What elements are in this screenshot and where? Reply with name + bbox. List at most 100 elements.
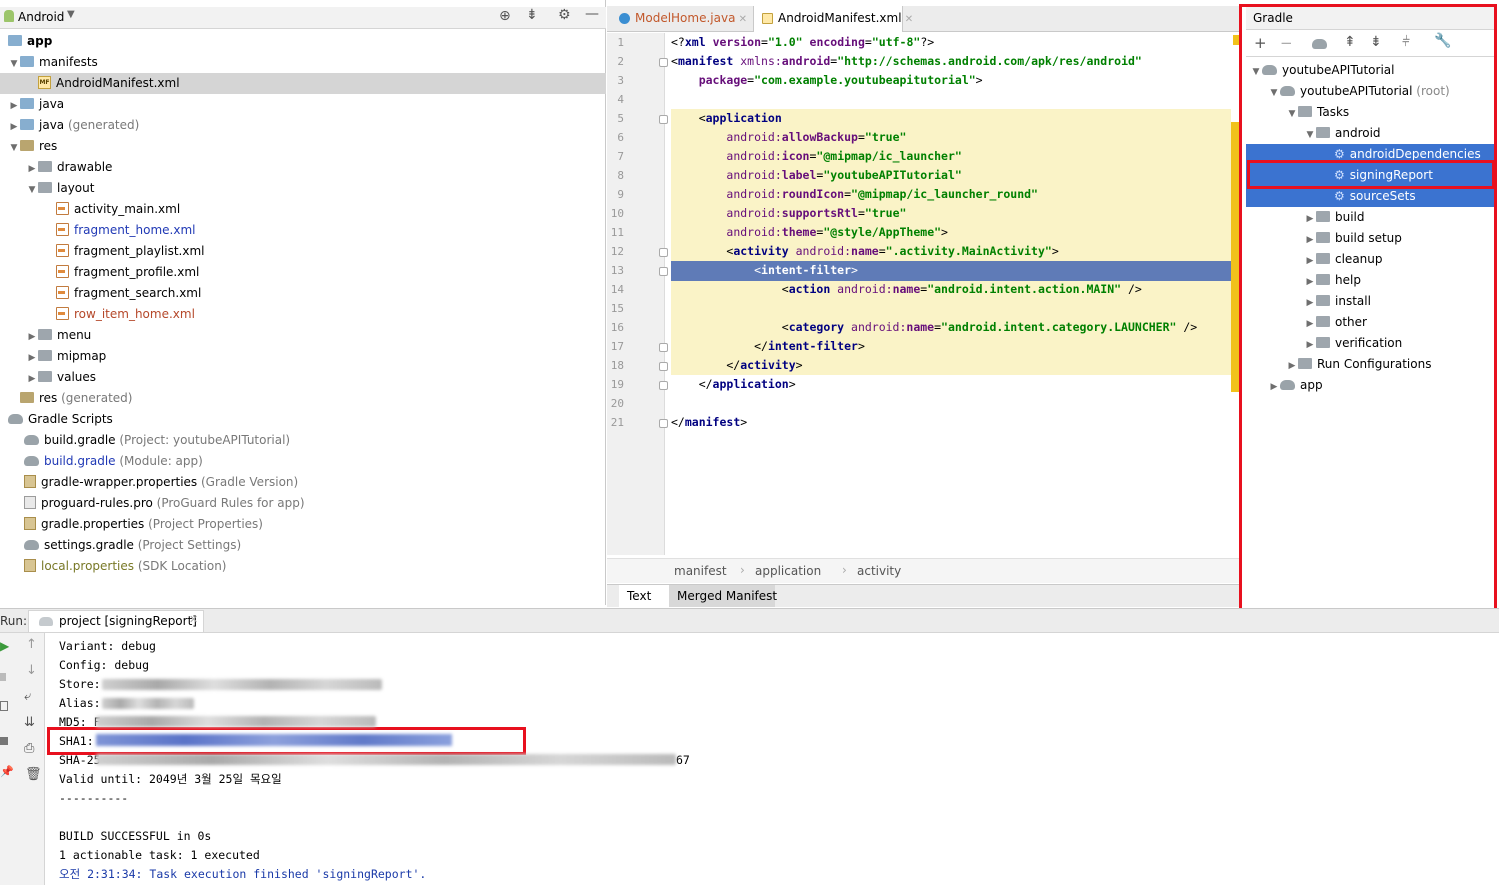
code-line[interactable]: </application> xyxy=(671,375,796,394)
tab-android-manifest[interactable]: AndroidManifest.xml ✕ xyxy=(753,6,913,32)
tree-item-label: fragment_search.xml xyxy=(74,286,202,300)
fold-marker-icon[interactable] xyxy=(659,58,668,67)
breadcrumb-item[interactable]: application xyxy=(755,564,821,578)
fold-marker-icon[interactable] xyxy=(659,362,668,371)
tree-item-label: build.gradle xyxy=(44,433,116,447)
fold-marker-icon[interactable] xyxy=(659,381,668,390)
chevron-right-icon[interactable]: ▶ xyxy=(26,327,38,348)
code-line[interactable]: android:allowBackup="true" xyxy=(671,128,906,147)
stop-icon[interactable] xyxy=(0,673,6,681)
code-line[interactable]: <intent-filter> xyxy=(671,261,858,280)
code-token: intent-filter xyxy=(767,339,858,353)
close-icon[interactable]: ✕ xyxy=(902,14,913,25)
tree-item[interactable]: res (generated) xyxy=(0,388,606,409)
code-line[interactable]: <action android:name="android.intent.act… xyxy=(671,280,1142,299)
trash-icon[interactable]: 🗑 xyxy=(25,767,42,782)
chevron-down-icon[interactable]: ▼ xyxy=(67,9,75,20)
tree-item[interactable]: build.gradle (Module: app) xyxy=(0,451,606,472)
project-view-selector[interactable]: Android xyxy=(18,10,64,24)
print-icon[interactable]: ⎙ xyxy=(24,741,34,756)
tree-item[interactable]: proguard-rules.pro (ProGuard Rules for a… xyxy=(0,493,606,514)
code-line[interactable]: </intent-filter> xyxy=(671,337,865,356)
tree-item[interactable]: ▼ manifests xyxy=(0,52,606,73)
chevron-right-icon[interactable]: ▶ xyxy=(8,96,20,117)
target-icon[interactable]: ⊕ xyxy=(499,8,511,24)
code-token: activity xyxy=(740,358,796,372)
tree-item[interactable]: ▶ java (generated) xyxy=(0,115,606,136)
close-icon[interactable]: ✕ xyxy=(735,14,747,25)
code-line[interactable]: android:label="youtubeAPITutorial" xyxy=(671,166,961,185)
tree-item[interactable]: settings.gradle (Project Settings) xyxy=(0,535,606,556)
code-line[interactable]: android:roundIcon="@mipmap/ic_launcher_r… xyxy=(671,185,1038,204)
code-line[interactable]: </manifest> xyxy=(671,413,747,432)
code-line[interactable]: <activity android:name=".activity.MainAc… xyxy=(671,242,1058,261)
chevron-down-icon[interactable]: ▼ xyxy=(26,180,38,201)
fold-marker-icon[interactable] xyxy=(659,419,668,428)
pin-icon[interactable]: 📌 xyxy=(0,765,14,778)
chevron-down-icon[interactable]: ▼ xyxy=(8,54,20,75)
tree-item[interactable]: ▶ menu xyxy=(0,325,606,346)
layout-icon[interactable] xyxy=(0,737,8,745)
tree-item[interactable]: local.properties (SDK Location) xyxy=(0,556,606,577)
fold-marker-icon[interactable] xyxy=(659,267,668,276)
code-line[interactable]: </activity> xyxy=(671,356,802,375)
chevron-right-icon[interactable]: ▶ xyxy=(26,348,38,369)
tree-item[interactable]: ▼ res xyxy=(0,136,606,157)
restore-layout-icon[interactable] xyxy=(0,701,8,711)
tree-item[interactable]: fragment_profile.xml xyxy=(0,262,606,283)
code-line[interactable]: <?xml version="1.0" encoding="utf-8"?> xyxy=(671,33,934,52)
code-token: <? xyxy=(671,35,685,49)
rerun-icon[interactable]: ▶ xyxy=(0,639,9,653)
tree-item[interactable]: build.gradle (Project: youtubeAPITutoria… xyxy=(0,430,606,451)
bottom-tab-merged-manifest[interactable]: Merged Manifest xyxy=(669,585,777,607)
down-icon[interactable]: ↓ xyxy=(26,663,37,678)
tree-item[interactable]: Gradle Scripts xyxy=(0,409,606,430)
chevron-right-icon[interactable]: ▶ xyxy=(26,369,38,390)
chevron-down-icon[interactable]: ▼ xyxy=(8,138,20,159)
gear-icon[interactable]: ⚙ xyxy=(558,7,571,23)
code-line[interactable]: android:theme="@style/AppTheme"> xyxy=(671,223,948,242)
code-token: activity xyxy=(733,244,796,258)
tree-item[interactable]: fragment_home.xml xyxy=(0,220,606,241)
fold-marker-icon[interactable] xyxy=(659,115,668,124)
code-line[interactable]: android:icon="@mipmap/ic_launcher" xyxy=(671,147,961,166)
tree-item[interactable]: app xyxy=(0,31,606,52)
code-line[interactable]: package="com.example.youtubeapitutorial"… xyxy=(671,71,983,90)
tree-item[interactable]: activity_main.xml xyxy=(0,199,606,220)
tree-item[interactable]: MF AndroidManifest.xml xyxy=(0,73,606,94)
up-icon[interactable]: ↑ xyxy=(26,637,37,652)
code-token: = xyxy=(878,244,886,258)
tree-item[interactable]: ▶ drawable xyxy=(0,157,606,178)
line-number: 16 xyxy=(610,321,624,334)
line-number: 10 xyxy=(610,207,624,220)
breadcrumb-item[interactable]: manifest xyxy=(674,564,727,578)
fold-marker-icon[interactable] xyxy=(659,343,668,352)
soft-wrap-icon[interactable]: ⤶ xyxy=(24,689,31,704)
breadcrumb-item[interactable]: activity xyxy=(857,564,901,578)
tree-item[interactable]: ▶ mipmap xyxy=(0,346,606,367)
tree-item[interactable]: ▶ java xyxy=(0,94,606,115)
tree-item[interactable]: gradle-wrapper.properties (Gradle Versio… xyxy=(0,472,606,493)
line-number: 4 xyxy=(617,93,624,106)
tree-item[interactable]: row_item_home.xml xyxy=(0,304,606,325)
code-line[interactable]: <application xyxy=(671,109,782,128)
code-line[interactable]: <manifest xmlns:android="http://schemas.… xyxy=(671,52,1142,71)
scroll-end-icon[interactable]: ⇊ xyxy=(24,715,35,730)
chevron-right-icon[interactable]: ▶ xyxy=(8,117,20,138)
fold-marker-icon[interactable] xyxy=(659,248,668,257)
collapse-icon[interactable]: ⇟ xyxy=(526,7,538,23)
minimize-icon[interactable]: — xyxy=(585,6,599,22)
chevron-right-icon[interactable]: ▶ xyxy=(26,159,38,180)
tree-item[interactable]: fragment_playlist.xml xyxy=(0,241,606,262)
bottom-tab-text[interactable]: Text xyxy=(619,585,669,607)
tree-item[interactable]: ▼ layout xyxy=(0,178,606,199)
code-line[interactable]: <category android:name="android.intent.c… xyxy=(671,318,1197,337)
run-tab[interactable]: project [signingReport] ✕ xyxy=(28,610,204,632)
tree-item[interactable]: ▶ values xyxy=(0,367,606,388)
annotation-box-signing-report xyxy=(1247,160,1495,189)
tab-model-home[interactable]: ModelHome.java ✕ xyxy=(611,6,751,32)
code-line[interactable]: android:supportsRtl="true" xyxy=(671,204,906,223)
close-icon[interactable]: ✕ xyxy=(189,613,198,626)
tree-item[interactable]: gradle.properties (Project Properties) xyxy=(0,514,606,535)
tree-item[interactable]: fragment_search.xml xyxy=(0,283,606,304)
